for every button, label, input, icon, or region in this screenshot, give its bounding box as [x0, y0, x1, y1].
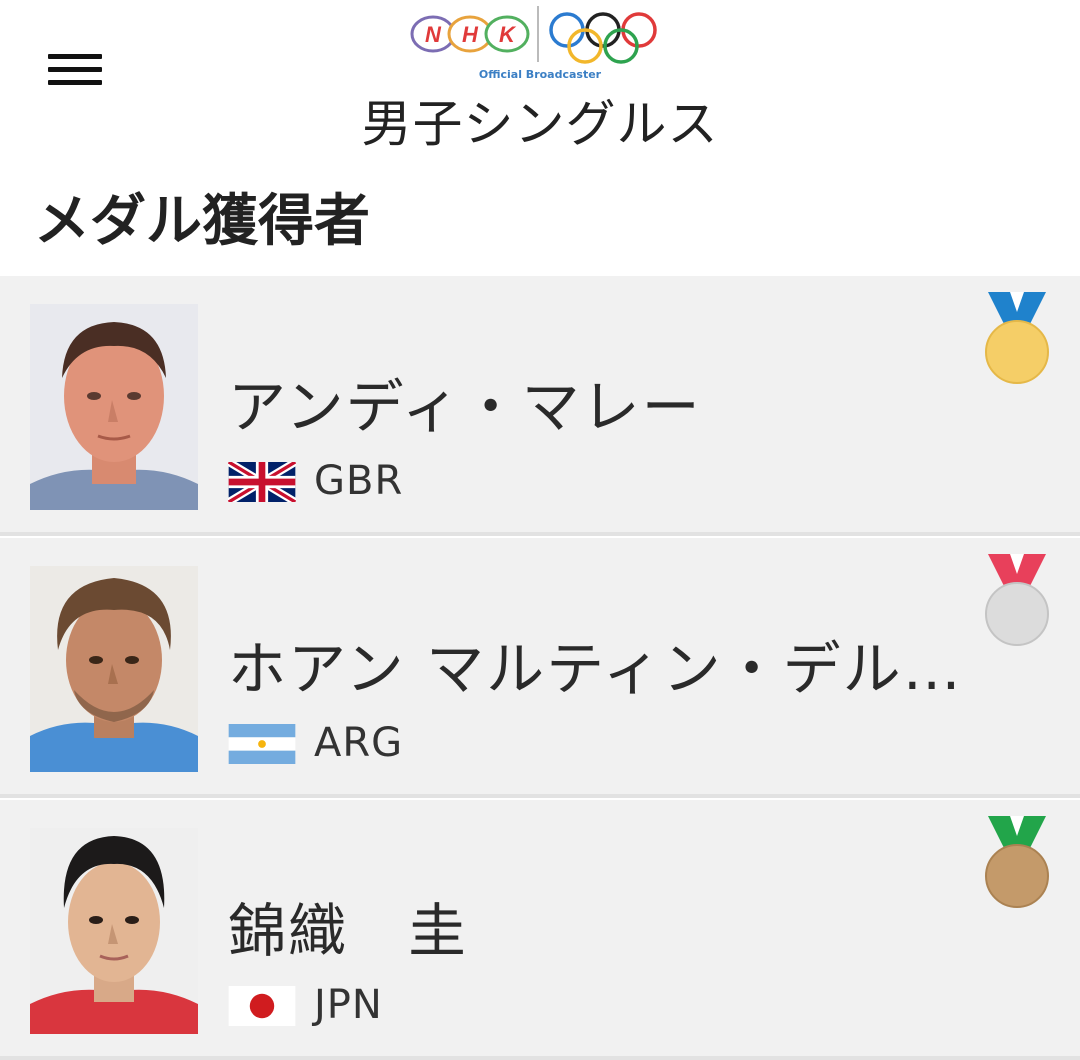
logo-tagline: Official Broadcaster — [478, 68, 602, 81]
silver-medal-icon — [985, 554, 1049, 646]
hamburger-menu-icon — [48, 54, 102, 59]
country-code: JPN — [314, 982, 383, 1028]
flag-arg-icon — [228, 724, 296, 764]
page-title: 男子シングルス — [361, 95, 719, 153]
gold-medal-icon — [985, 292, 1049, 384]
flag-jpn-icon — [228, 986, 296, 1026]
menu-line — [48, 80, 102, 85]
athlete-photo — [30, 304, 198, 510]
medalist-row[interactable]: ホアン マルティン・デル … ARG — [0, 538, 1080, 798]
nhk-logo-letter: H — [462, 22, 479, 47]
menu-line — [48, 67, 102, 72]
athlete-photo — [30, 828, 198, 1034]
medalist-row[interactable]: アンディ・マレー GBR — [0, 276, 1080, 536]
athlete-name: ホアン マルティン・デル … — [228, 635, 978, 703]
athlete-photo — [30, 566, 198, 772]
menu-button[interactable] — [46, 52, 104, 92]
nhk-logo-letter: N — [425, 22, 442, 47]
athlete-name: 錦織 圭 — [228, 897, 469, 965]
nhk-logo-letter: K — [499, 22, 517, 47]
app-header: N H K Official Broadcaster 男子シングルス — [0, 0, 1080, 153]
medalist-list: アンディ・マレー GBR ホアン マルティン・デル … ARG 錦織 圭 JPN — [0, 276, 1080, 1060]
athlete-name: アンディ・マレー — [228, 373, 702, 441]
bronze-medal-icon — [985, 816, 1049, 908]
flag-gbr-icon — [228, 462, 296, 502]
medalist-row[interactable]: 錦織 圭 JPN — [0, 800, 1080, 1060]
country-code: ARG — [314, 720, 404, 766]
country-code: GBR — [314, 458, 404, 504]
section-title: メダル獲得者 — [34, 189, 370, 254]
